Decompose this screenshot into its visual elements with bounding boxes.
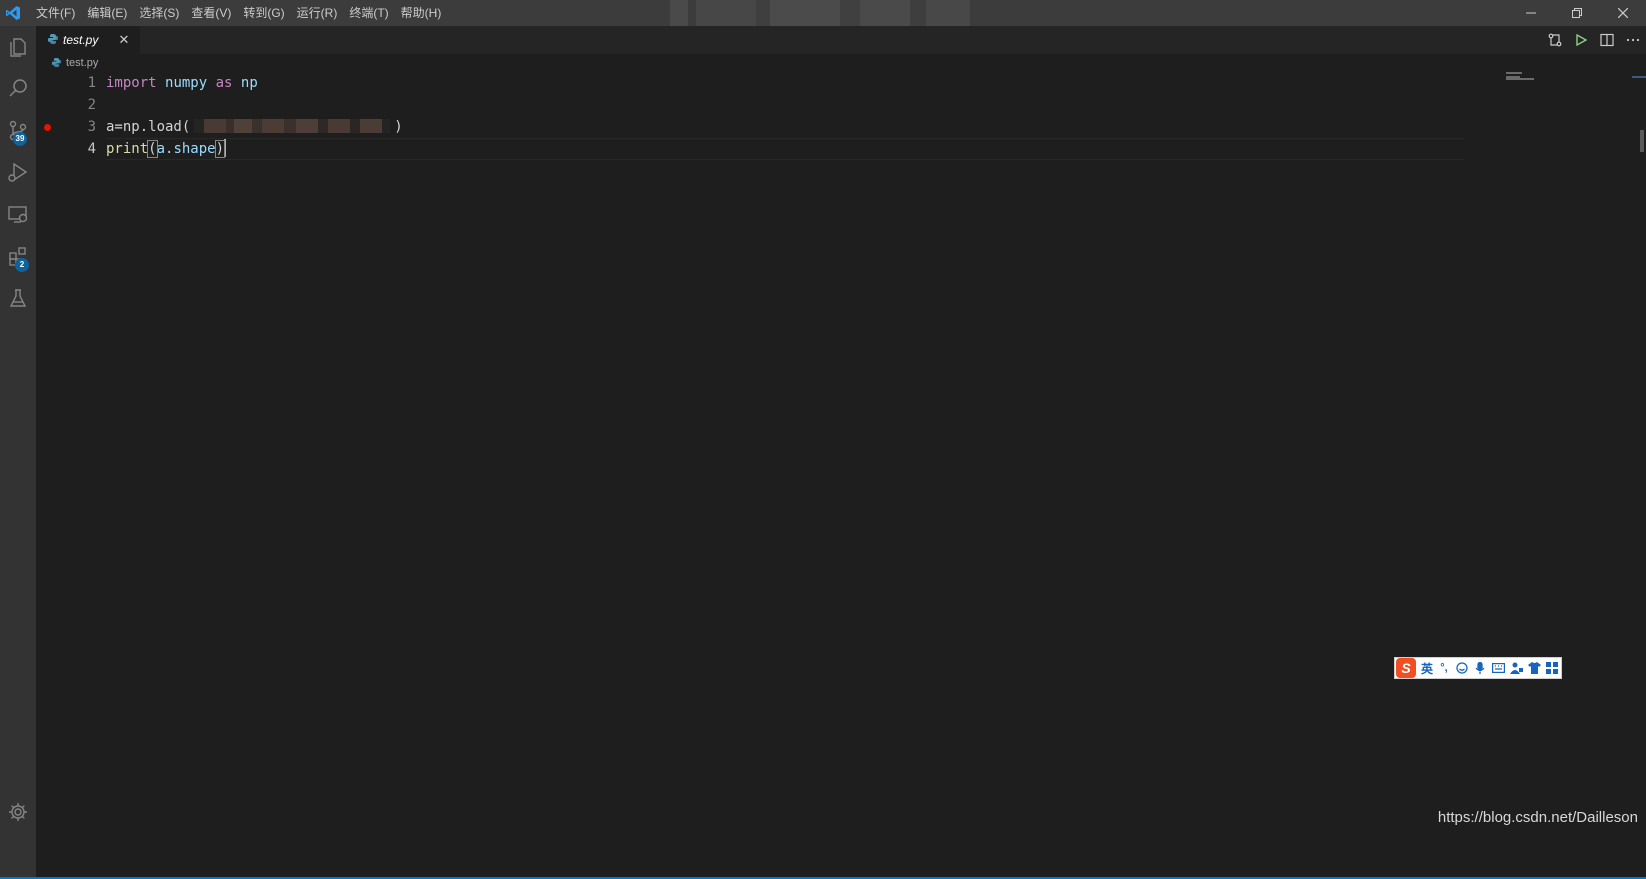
menu-terminal[interactable]: 终端(T): [343, 0, 394, 26]
testing-icon[interactable]: [0, 278, 36, 318]
menu-bar: 文件(F) 编辑(E) 选择(S) 查看(V) 转到(G) 运行(R) 终端(T…: [30, 0, 447, 26]
keyboard-icon[interactable]: [1491, 661, 1505, 675]
more-actions-icon[interactable]: [1620, 26, 1646, 54]
code-text: a=np.load(: [106, 119, 191, 135]
text-cursor: [224, 138, 227, 157]
menu-edit[interactable]: 编辑(E): [81, 0, 133, 26]
line-number: 2: [87, 97, 96, 113]
function-print: print: [106, 141, 149, 157]
menu-run[interactable]: 运行(R): [291, 0, 344, 26]
overview-ruler-mark: [1632, 76, 1646, 78]
extensions-icon[interactable]: 2: [0, 236, 36, 276]
compare-changes-icon[interactable]: [1542, 26, 1568, 54]
title-bar: 文件(F) 编辑(E) 选择(S) 查看(V) 转到(G) 运行(R) 终端(T…: [0, 0, 1646, 26]
minimap-line: [1506, 72, 1522, 74]
bracket-match: ): [214, 140, 226, 158]
restore-icon[interactable]: [1554, 0, 1600, 26]
editor-tab-bar: test.py ✕: [36, 26, 1646, 54]
alias-np: np: [240, 75, 258, 91]
toolbox-grid-icon[interactable]: [1545, 661, 1559, 675]
run-debug-icon[interactable]: [0, 152, 36, 192]
ime-language-toggle[interactable]: 英: [1421, 660, 1433, 677]
breadcrumb-file[interactable]: test.py: [66, 57, 98, 69]
menu-help[interactable]: 帮助(H): [395, 0, 448, 26]
menu-view[interactable]: 查看(V): [185, 0, 237, 26]
tab-label: test.py: [63, 33, 99, 47]
minimize-icon[interactable]: [1508, 0, 1554, 26]
activity-bar: 39 2: [0, 26, 36, 877]
keyword-import: import: [106, 75, 157, 91]
gutter-line-1[interactable]: 1: [36, 72, 96, 94]
code-line-3[interactable]: a=np.load( ): [106, 116, 403, 138]
current-line-highlight: [106, 138, 1464, 160]
gutter-line-4[interactable]: 4: [36, 138, 96, 160]
menu-go[interactable]: 转到(G): [237, 0, 290, 26]
window-controls: [1508, 0, 1646, 26]
menu-file[interactable]: 文件(F): [30, 0, 81, 26]
tab-test-py[interactable]: test.py ✕: [36, 26, 140, 54]
close-icon[interactable]: [1600, 0, 1646, 26]
line-number: 1: [87, 75, 96, 91]
code-editor[interactable]: 1 2 3 4 import numpy as np a=np.load( ) …: [36, 72, 1646, 877]
gutter-line-2[interactable]: 2: [36, 94, 96, 116]
run-python-icon[interactable]: [1568, 26, 1594, 54]
gutter-line-3[interactable]: 3: [36, 116, 96, 138]
sogou-logo-icon[interactable]: S: [1396, 658, 1416, 678]
minimap-line: [1506, 78, 1534, 80]
explorer-icon[interactable]: [0, 26, 36, 66]
emoji-icon[interactable]: [1455, 661, 1469, 675]
keyword-as: as: [215, 75, 233, 91]
python-file-icon: [52, 54, 61, 72]
minimap[interactable]: [1506, 72, 1636, 84]
code-line-1[interactable]: import numpy as np: [106, 72, 258, 94]
extensions-badge: 2: [15, 258, 29, 272]
python-file-icon: [48, 31, 58, 49]
bracket-match: (: [147, 140, 158, 158]
vscode-logo-icon: [0, 0, 26, 26]
source-control-badge: 39: [13, 132, 27, 146]
scrollbar-thumb[interactable]: [1640, 130, 1644, 152]
source-control-icon[interactable]: 39: [0, 110, 36, 150]
remote-explorer-icon[interactable]: [0, 194, 36, 234]
module-numpy: numpy: [165, 75, 208, 91]
line-number: 3: [87, 119, 96, 135]
vertical-scrollbar[interactable]: [1632, 72, 1646, 877]
redacted-path: [194, 119, 391, 133]
watermark-url: https://blog.csdn.net/Dailleson: [1437, 809, 1638, 826]
line-number: 4: [87, 141, 96, 157]
breadcrumb: test.py: [36, 54, 98, 72]
code-line-4[interactable]: print(a.shape): [106, 138, 227, 160]
editor-actions: [1542, 26, 1646, 54]
window-title-redacted: [670, 0, 990, 26]
menu-selection[interactable]: 选择(S): [133, 0, 185, 26]
search-icon[interactable]: [0, 68, 36, 108]
tab-close-icon[interactable]: ✕: [116, 32, 132, 48]
code-text: a.shape: [156, 141, 216, 157]
punctuation-icon[interactable]: °,: [1437, 661, 1451, 675]
ime-toolbar: S 英 °,: [1394, 657, 1562, 679]
user-icon[interactable]: [1509, 661, 1523, 675]
settings-gear-icon[interactable]: [0, 792, 36, 832]
split-editor-icon[interactable]: [1594, 26, 1620, 54]
skin-shirt-icon[interactable]: [1527, 661, 1541, 675]
microphone-icon[interactable]: [1473, 661, 1487, 675]
code-text: ): [394, 119, 403, 135]
